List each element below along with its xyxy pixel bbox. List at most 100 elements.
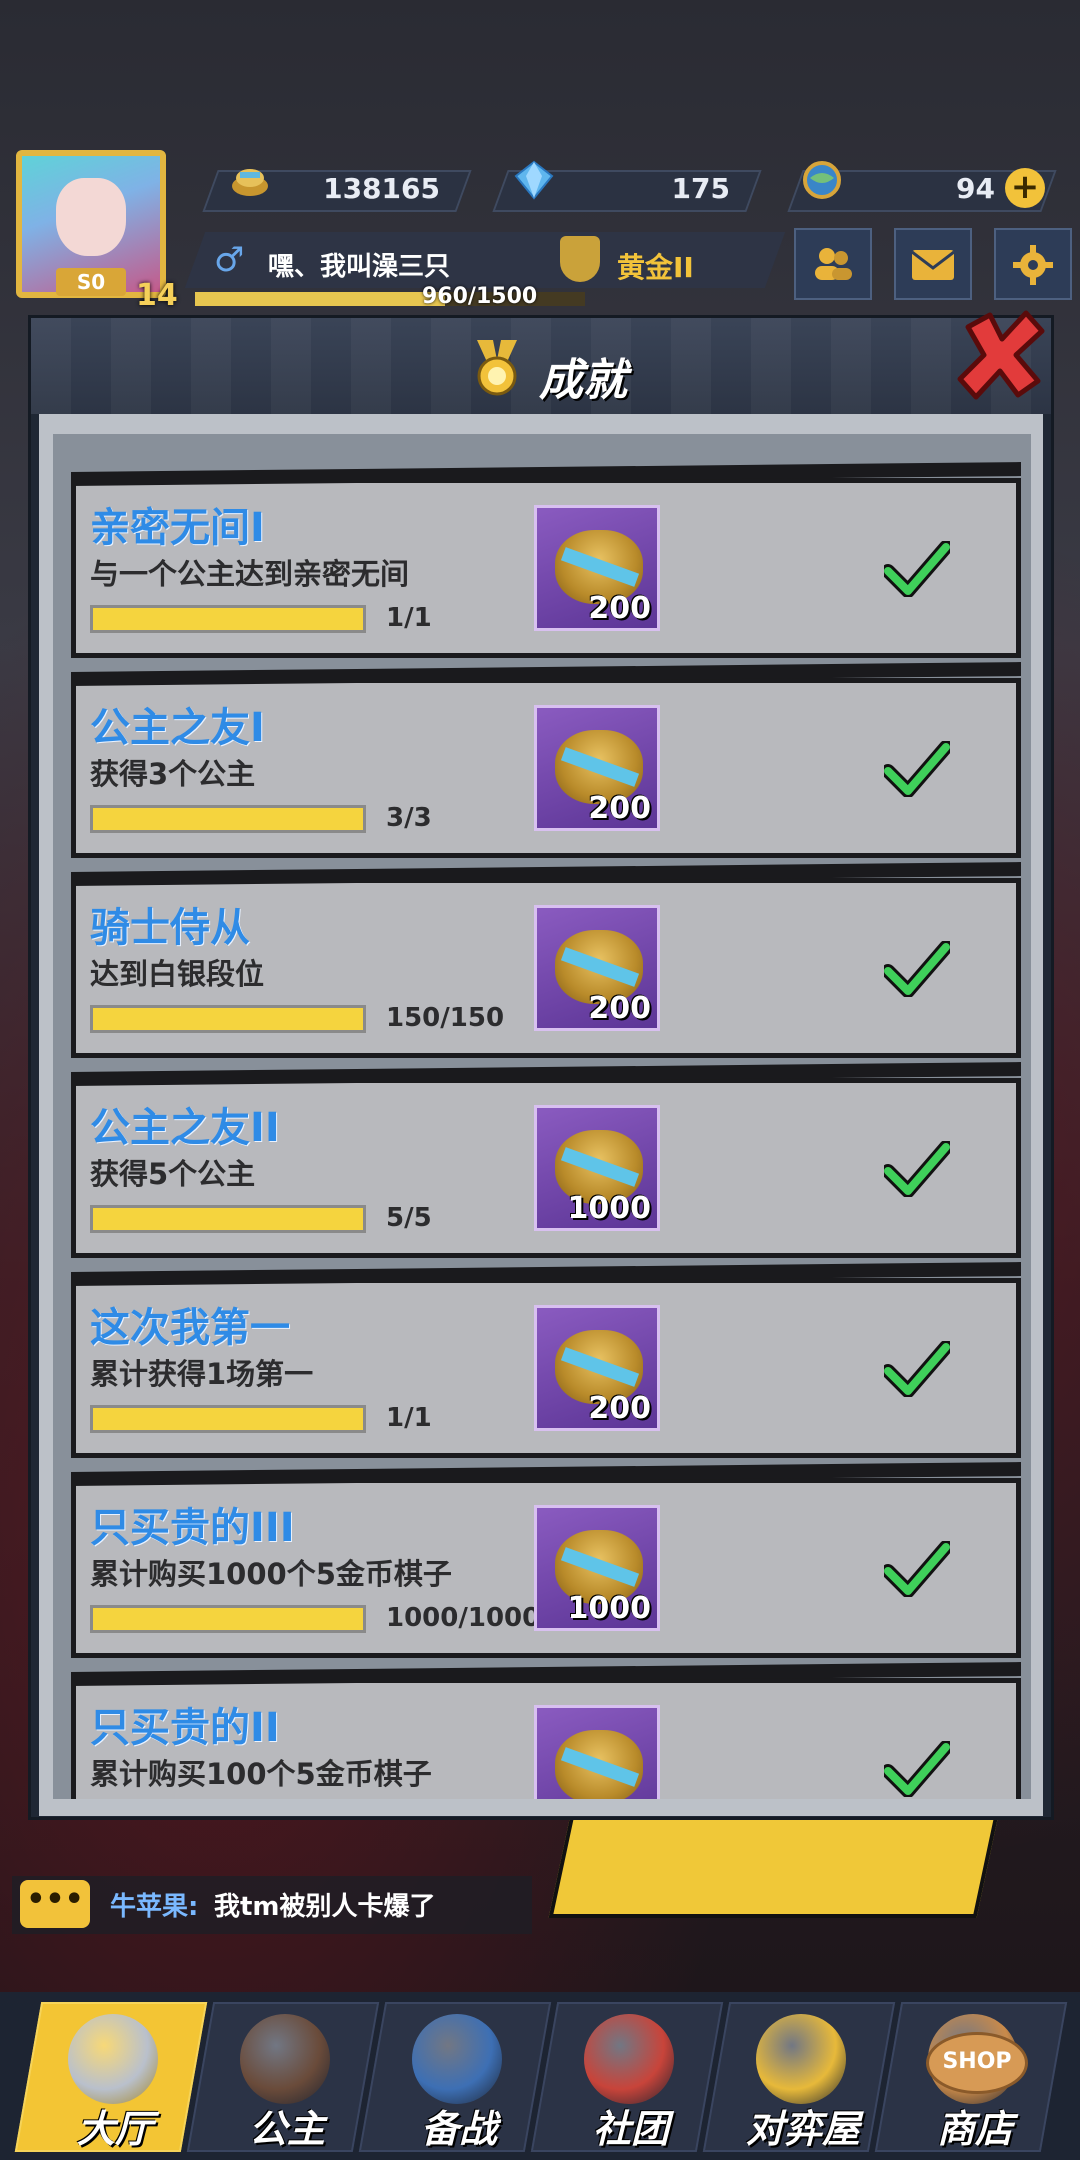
bottom-nav: 大厅 公主 备战 社团 对弈屋 SHOP 商店: [0, 1992, 1080, 2160]
achievements-modal: 成就 亲密无间I 与一个公主达到亲密无间 1/1 200 公主之友I 获得3个公…: [28, 315, 1054, 1820]
add-tokens-button[interactable]: +: [1005, 168, 1045, 208]
row-shadow: [71, 1062, 1021, 1086]
achievement-title: 公主之友II: [90, 1105, 280, 1151]
achievement-progress-fill: [93, 608, 363, 630]
player-avatar[interactable]: S0: [16, 150, 166, 298]
medal-icon: [477, 340, 517, 396]
chat-bubble-icon: •••: [20, 1880, 90, 1928]
achievement-progress-text: 1/1: [386, 603, 432, 633]
globe-token-icon: [803, 161, 841, 199]
row-shadow: [71, 462, 1021, 486]
achievement-row: 骑士侍从 达到白银段位 150/150 200: [71, 862, 1021, 1058]
mail-button[interactable]: [894, 228, 972, 300]
friends-button[interactable]: [794, 228, 872, 300]
blue-gem-icon: [514, 160, 554, 200]
male-gender-icon: ♂: [214, 240, 245, 280]
nav-tab-label: 大厅: [76, 2107, 153, 2151]
achievement-desc: 累计购买1000个5金币棋子: [90, 1557, 452, 1591]
modal-header: 成就: [31, 318, 1051, 414]
achievement-progress-fill: [93, 1408, 363, 1430]
checkmark-icon: [884, 941, 950, 997]
row-shadow: [71, 1662, 1021, 1686]
achievement-progress-bar: [90, 1005, 366, 1033]
achievement-progress-bar: [90, 605, 366, 633]
player-tier: 黄金II: [617, 251, 694, 284]
achievement-desc: 与一个公主达到亲密无间: [90, 557, 410, 591]
achievement-title: 只买贵的II: [90, 1705, 280, 1751]
tier-shield-icon: [560, 236, 600, 282]
tokens-value: 94: [956, 172, 995, 205]
achievement-desc: 累计获得1场第一: [90, 1357, 314, 1391]
achievement-desc: 累计购买100个5金币棋子: [90, 1757, 432, 1791]
achievement-progress-bar: [90, 805, 366, 833]
close-button[interactable]: [950, 305, 1050, 405]
row-shadow: [71, 1462, 1021, 1486]
achievement-progress-bar: [90, 1605, 366, 1633]
modal-title: 成就: [539, 355, 627, 406]
achievement-row: 只买贵的III 累计购买1000个5金币棋子 1000/1000 1000: [71, 1462, 1021, 1658]
achievement-progress-fill: [93, 1008, 363, 1030]
crossed-swords-icon: [68, 2014, 158, 2104]
reward-amount: 200: [588, 591, 651, 626]
nav-tab-label: 社团: [592, 2107, 669, 2151]
reward-item[interactable]: 200: [534, 505, 660, 631]
reward-amount: 200: [588, 791, 651, 826]
gear-icon: [1013, 245, 1053, 285]
achievement-progress-fill: [93, 808, 363, 830]
checkmark-icon: [884, 541, 950, 597]
achievement-list[interactable]: 亲密无间I 与一个公主达到亲密无间 1/1 200 公主之友I 获得3个公主 3…: [53, 434, 1031, 1799]
achievement-progress-text: 1000/1000: [386, 1603, 541, 1633]
achievement-title: 只买贵的III: [90, 1505, 295, 1551]
checkmark-icon: [884, 741, 950, 797]
reward-amount: 200: [588, 1391, 651, 1426]
settings-button[interactable]: [994, 228, 1072, 300]
friends-icon: [815, 248, 852, 280]
chat-message: 我tm被别人卡爆了: [214, 1892, 436, 1922]
nav-tab-label: 对弈屋: [745, 2107, 860, 2151]
achievement-progress-text: 1/1: [386, 1403, 432, 1433]
achievement-row: 亲密无间I 与一个公主达到亲密无间 1/1 200: [71, 462, 1021, 658]
achievement-progress-bar: [90, 1405, 366, 1433]
knight-coin-icon: [756, 2014, 846, 2104]
row-shadow: [71, 1262, 1021, 1286]
achievement-title: 这次我第一: [90, 1305, 290, 1351]
chat-sender: 牛苹果:: [110, 1892, 199, 1922]
checkmark-icon: [884, 1341, 950, 1397]
reward-item[interactable]: 1000: [534, 1105, 660, 1231]
achievement-desc: 获得5个公主: [90, 1157, 256, 1191]
reward-amount: 1000: [567, 1191, 652, 1226]
reward-item[interactable]: 200: [534, 1305, 660, 1431]
reward-amount: 200: [588, 991, 651, 1026]
reward-item[interactable]: [534, 1705, 660, 1799]
coins-value: 138165: [323, 172, 440, 205]
reward-amount: 1000: [567, 1591, 652, 1626]
achievement-desc: 获得3个公主: [90, 757, 256, 791]
modal-body: 亲密无间I 与一个公主达到亲密无间 1/1 200 公主之友I 获得3个公主 3…: [39, 414, 1043, 1816]
checkmark-icon: [884, 1141, 950, 1197]
rank-badge: S0: [56, 268, 126, 296]
achievement-progress-fill: [93, 1608, 363, 1630]
achievement-title: 亲密无间I: [90, 505, 265, 551]
reward-item[interactable]: 1000: [534, 1505, 660, 1631]
achievement-row: 公主之友I 获得3个公主 3/3 200: [71, 662, 1021, 858]
shop-sign-text: SHOP: [926, 2032, 1028, 2094]
mail-icon: [911, 250, 955, 280]
coin-pile-icon: [232, 169, 268, 196]
nav-tab-label: 备战: [420, 2107, 497, 2151]
guild-house-icon: [584, 2014, 674, 2104]
achievement-progress-text: 5/5: [386, 1203, 432, 1233]
achievement-row: 只买贵的II 累计购买100个5金币棋子: [71, 1662, 1021, 1799]
checkmark-icon: [884, 1541, 950, 1597]
gems-value: 175: [671, 172, 730, 205]
reward-item[interactable]: 200: [534, 905, 660, 1031]
xp-bar-fill: [195, 292, 445, 306]
avatar-portrait: [56, 178, 126, 256]
achievement-progress-bar: [90, 1205, 366, 1233]
nav-tab-label: 公主: [248, 2107, 325, 2151]
reward-item[interactable]: 200: [534, 705, 660, 831]
rank-mode-banner[interactable]: [548, 1810, 1000, 1918]
player-level: 14: [136, 278, 178, 313]
princess-icon: [240, 2014, 330, 2104]
achievement-progress-fill: [93, 1208, 363, 1230]
achievement-row: 公主之友II 获得5个公主 5/5 1000: [71, 1062, 1021, 1258]
